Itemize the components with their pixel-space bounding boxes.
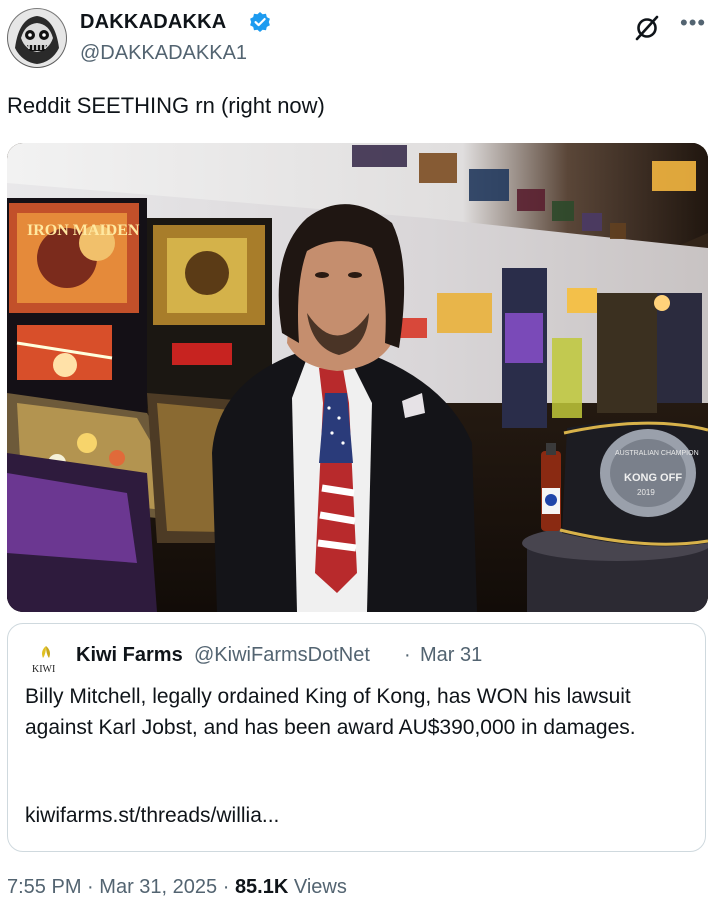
pinball-marquee-text: IRON MAIDEN <box>27 222 140 239</box>
belt-ring-text: AUSTRALIAN CHAMPION <box>615 450 699 457</box>
tweet-photo[interactable]: IRON MAIDEN AUSTRALIAN CHAMPION KONG OFF… <box>7 143 708 612</box>
quoted-tweet-text: Billy Mitchell, legally ordained King of… <box>25 685 636 739</box>
views-count: 85.1K <box>234 876 289 898</box>
meta-separator: · <box>87 876 94 898</box>
grok-icon[interactable] <box>633 14 661 42</box>
tweet-meta: 7:55 PM · Mar 31, 2025 · 85.1K Views <box>7 876 347 899</box>
tweet-date[interactable]: Mar 31, 2025 <box>99 876 217 898</box>
meta-separator-2: · <box>222 876 230 898</box>
belt-plate-text: KONG OFF <box>624 472 682 484</box>
quoted-date[interactable]: Mar 31 <box>420 644 482 667</box>
verified-badge-icon <box>250 12 270 32</box>
tweet-text: Reddit SEETHING rn (right now) <box>7 93 325 118</box>
tweet-time[interactable]: 7:55 PM <box>7 876 81 898</box>
kiwi-farms-avatar[interactable]: KIWI <box>28 642 64 676</box>
author-display-name[interactable]: DAKKADAKKA <box>80 11 226 34</box>
quoted-author-handle[interactable]: @KiwiFarmsDotNet <box>194 644 370 667</box>
more-horizontal-icon[interactable]: ••• <box>680 10 706 36</box>
quoted-tweet-card[interactable]: KIWI Kiwi Farms @KiwiFarmsDotNet · Mar 3… <box>7 623 706 852</box>
author-avatar[interactable] <box>7 8 67 68</box>
quoted-author-name[interactable]: Kiwi Farms <box>76 644 183 667</box>
quoted-tweet-link[interactable]: kiwifarms.st/threads/willia... <box>25 804 279 828</box>
belt-year-text: 2019 <box>637 488 655 497</box>
kiwi-farms-avatar-text: KIWI <box>32 664 55 675</box>
quoted-separator: · <box>404 644 411 666</box>
author-handle[interactable]: @DAKKADAKKA1 <box>80 42 247 65</box>
views-label: Views <box>293 876 347 898</box>
